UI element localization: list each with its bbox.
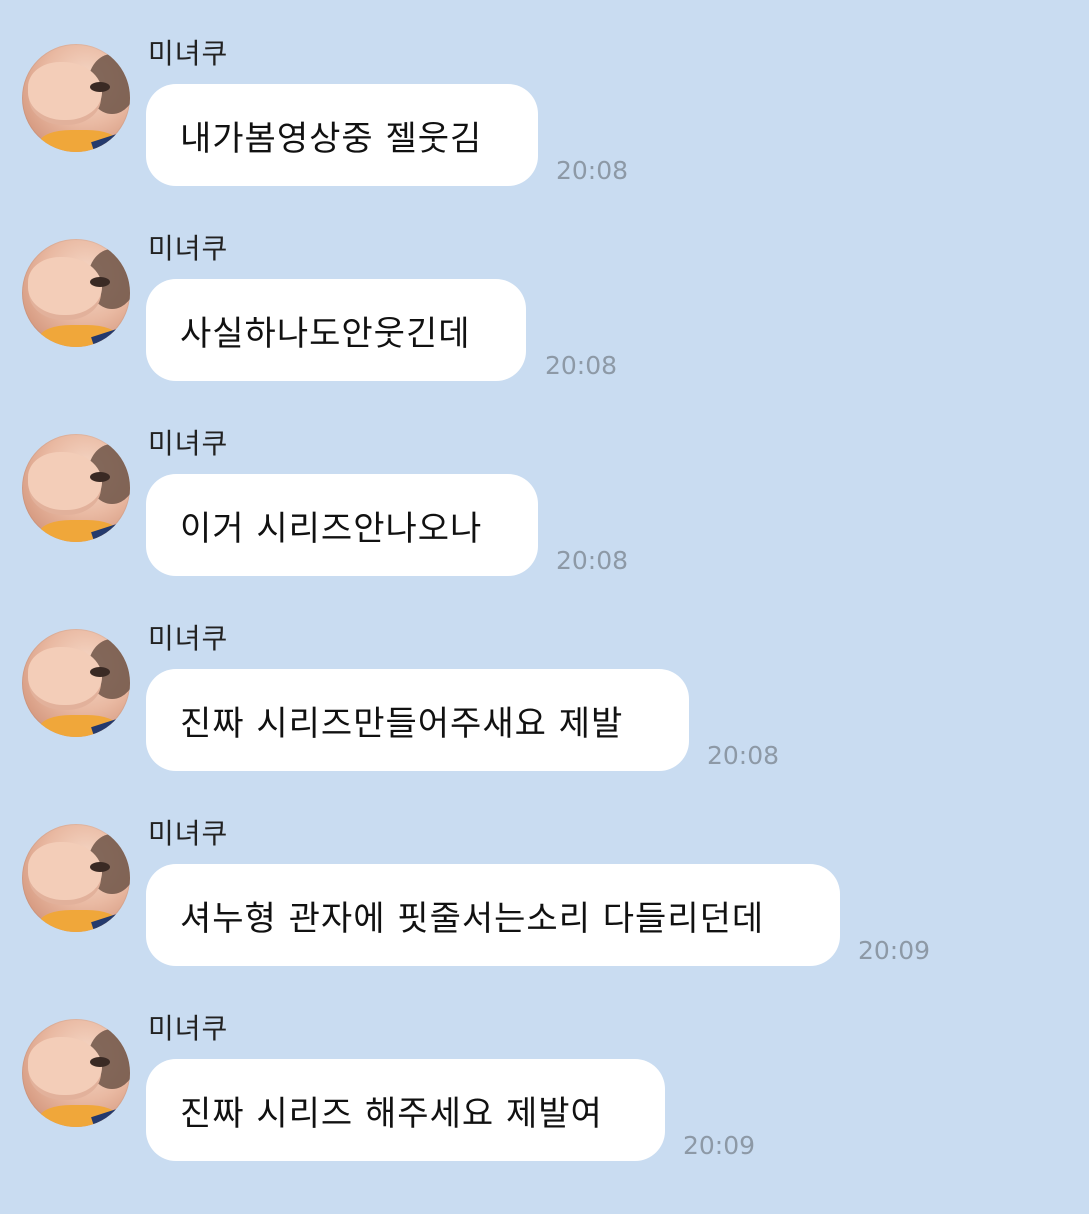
sender-name: 미녀쿠 <box>148 817 229 850</box>
sender-name: 미녀쿠 <box>148 1012 229 1045</box>
message-bubble[interactable]: 진짜 시리즈 해주세요 제발여 <box>146 1059 665 1161</box>
message-bubble[interactable]: 내가봄영상중 젤웃김 <box>146 84 538 186</box>
message-text: 셔누형 관자에 핏줄서는소리 다들리던데 <box>180 898 765 939</box>
timestamp: 20:08 <box>556 546 629 575</box>
sender-name: 미녀쿠 <box>148 622 229 655</box>
message-5: 미녀쿠 셔누형 관자에 핏줄서는소리 다들리던데 20:09 <box>0 817 1089 1019</box>
message-1: 미녀쿠 내가봄영상중 젤웃김 20:08 <box>0 37 1089 239</box>
timestamp: 20:08 <box>545 351 618 380</box>
message-bubble[interactable]: 사실하나도안웃긴데 <box>146 279 526 381</box>
chat-thread: 미녀쿠 내가봄영상중 젤웃김 20:08 미녀쿠 사실하나도안웃긴데 20:08… <box>0 0 1089 1200</box>
message-4: 미녀쿠 진짜 시리즈만들어주새요 제발 20:08 <box>0 622 1089 824</box>
message-text: 진짜 시리즈만들어주새요 제발 <box>180 703 624 744</box>
avatar[interactable] <box>22 44 130 152</box>
timestamp: 20:08 <box>556 156 629 185</box>
message-bubble[interactable]: 셔누형 관자에 핏줄서는소리 다들리던데 <box>146 864 840 966</box>
message-3: 미녀쿠 이거 시리즈안나오나 20:08 <box>0 427 1089 629</box>
message-6: 미녀쿠 진짜 시리즈 해주세요 제발여 20:09 <box>0 1012 1089 1214</box>
message-bubble[interactable]: 진짜 시리즈만들어주새요 제발 <box>146 669 689 771</box>
message-text: 진짜 시리즈 해주세요 제발여 <box>180 1093 603 1134</box>
message-text: 이거 시리즈안나오나 <box>180 508 483 549</box>
avatar[interactable] <box>22 239 130 347</box>
message-2: 미녀쿠 사실하나도안웃긴데 20:08 <box>0 232 1089 434</box>
avatar[interactable] <box>22 629 130 737</box>
avatar[interactable] <box>22 1019 130 1127</box>
avatar[interactable] <box>22 434 130 542</box>
message-text: 내가봄영상중 젤웃김 <box>180 118 483 159</box>
message-text: 사실하나도안웃긴데 <box>180 313 471 354</box>
avatar[interactable] <box>22 824 130 932</box>
message-bubble[interactable]: 이거 시리즈안나오나 <box>146 474 538 576</box>
sender-name: 미녀쿠 <box>148 37 229 70</box>
timestamp: 20:08 <box>707 741 780 770</box>
timestamp: 20:09 <box>858 936 931 965</box>
sender-name: 미녀쿠 <box>148 232 229 265</box>
timestamp: 20:09 <box>683 1131 756 1160</box>
sender-name: 미녀쿠 <box>148 427 229 460</box>
